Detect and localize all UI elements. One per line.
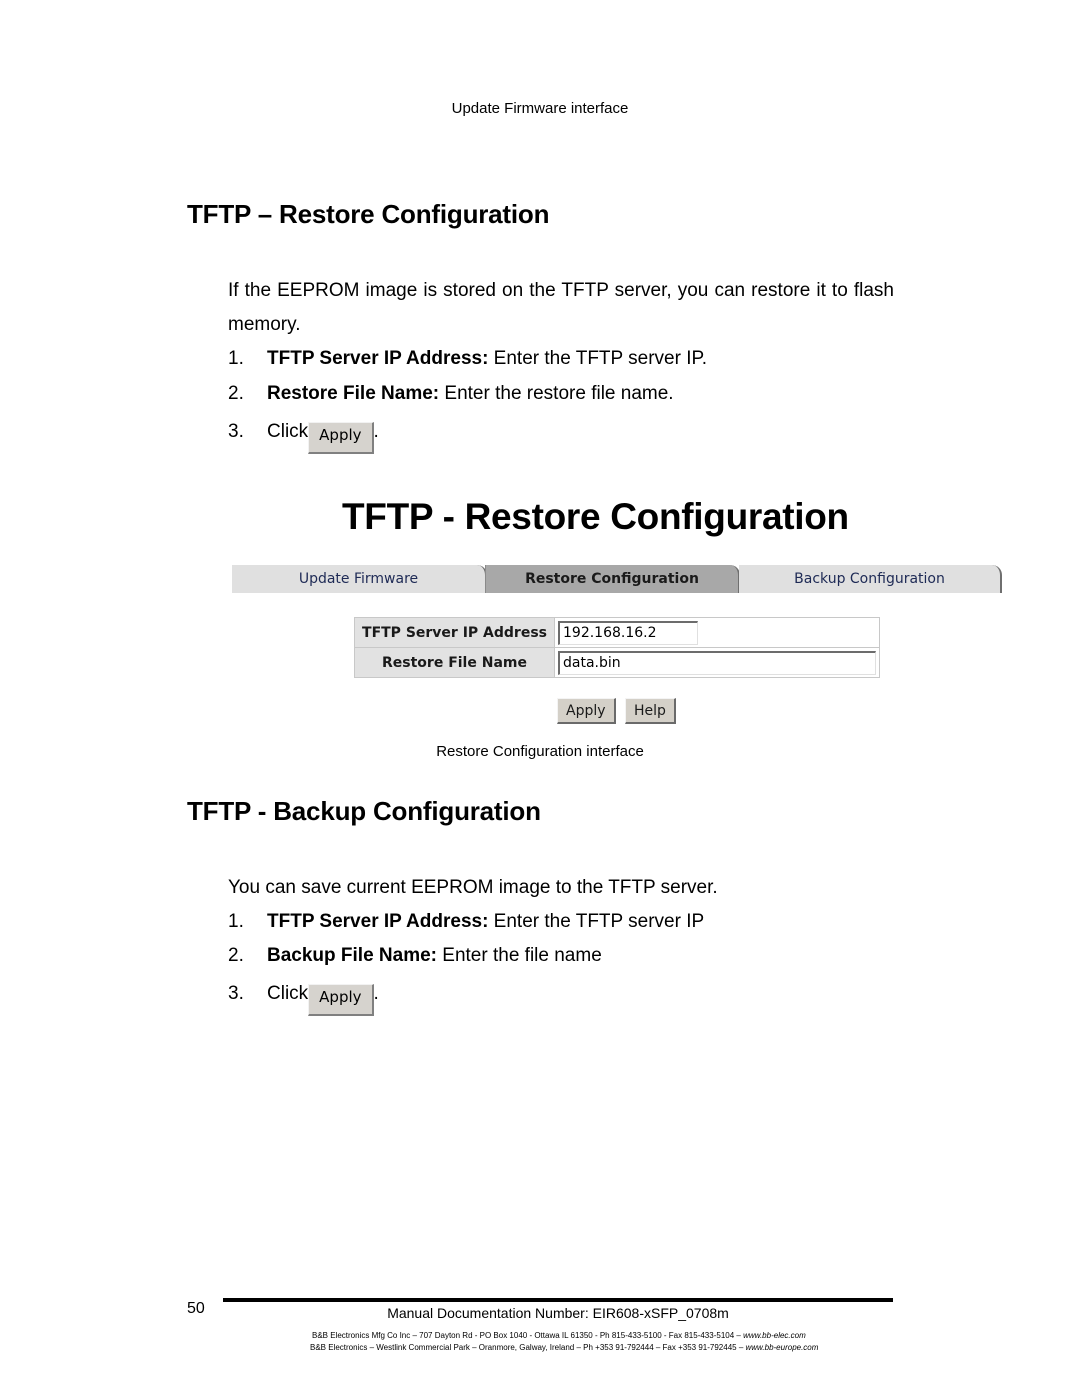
step-tail: . (373, 421, 379, 442)
restore-intro: If the EEPROM image is stored on the TFT… (228, 280, 894, 335)
restore-file-name-label: Restore File Name (354, 647, 555, 678)
screenshot-title: TFTP - Restore Configuration (342, 496, 849, 537)
us-web-link[interactable]: www.bb-elec.com (743, 1331, 806, 1340)
backup-intro: You can save current EEPROM image to the… (228, 877, 718, 898)
restore-file-name-input[interactable] (558, 650, 876, 675)
page-number: 50 (187, 1300, 205, 1317)
step-number: 3. (228, 983, 244, 1004)
restore-step-1: 1. TFTP Server IP Address: Enter the TFTP… (228, 348, 707, 370)
tab-update-firmware[interactable]: Update Firmware (232, 565, 487, 593)
step-number: 1. (228, 911, 244, 932)
tab-backup-configuration[interactable]: Backup Configuration (739, 565, 1002, 593)
footer-eu-address: B&B Electronics – Westlink Commercial Pa… (310, 1343, 818, 1352)
backup-step-3: 3. Click Apply. (228, 983, 379, 1016)
step-term: Restore File Name: (267, 383, 440, 404)
footer-us-address: B&B Electronics Mfg Co Inc – 707 Dayton … (312, 1331, 806, 1340)
help-button[interactable]: Help (625, 698, 676, 724)
backup-step-2: 2. Backup File Name: Enter the file name (228, 945, 602, 967)
step-text: Enter the TFTP server IP. (488, 348, 707, 369)
tab-restore-configuration[interactable]: Restore Configuration (485, 565, 740, 593)
doc-number: Manual Documentation Number: EIR608-xSFP… (387, 1305, 729, 1321)
step-term: Backup File Name: (267, 945, 437, 966)
step-click-text: Click (267, 983, 309, 1004)
step-number: 3. (228, 421, 244, 442)
footer-divider (223, 1298, 893, 1302)
step-term: TFTP Server IP Address: (267, 911, 489, 932)
step-text: Enter the restore file name. (439, 383, 674, 404)
restore-step-2: 2. Restore File Name: Enter the restore f… (228, 383, 674, 405)
step-number: 2. (228, 383, 244, 404)
restore-section-heading: TFTP – Restore Configuration (187, 199, 550, 229)
form-row-filename: Restore File Name (354, 647, 880, 678)
apply-button-illustration: Apply (308, 422, 374, 454)
form-row-ip: TFTP Server IP Address (354, 617, 880, 648)
restore-step-3: 3. Click Apply. (228, 421, 379, 454)
ip-address-input[interactable] (558, 620, 698, 645)
eu-address-text: B&B Electronics – Westlink Commercial Pa… (310, 1343, 746, 1352)
step-tail: . (373, 983, 379, 1004)
apply-button-illustration: Apply (308, 984, 374, 1016)
eu-web-link[interactable]: www.bb-europe.com (746, 1343, 819, 1352)
step-number: 1. (228, 348, 244, 369)
tab-bar: Update Firmware Restore Configuration Ba… (232, 565, 1002, 594)
backup-section-heading: TFTP - Backup Configuration (187, 796, 541, 826)
step-click-text: Click (267, 421, 309, 442)
apply-button[interactable]: Apply (557, 698, 616, 724)
step-term: TFTP Server IP Address: (267, 348, 489, 369)
restore-config-caption: Restore Configuration interface (436, 743, 644, 760)
backup-step-1: 1. TFTP Server IP Address: Enter the TFTP… (228, 911, 704, 933)
step-text: Enter the TFTP server IP (488, 911, 705, 932)
restore-form: TFTP Server IP Address Restore File Name (354, 617, 880, 678)
update-firmware-caption: Update Firmware interface (451, 100, 629, 117)
ip-address-label: TFTP Server IP Address (354, 617, 555, 648)
us-address-text: B&B Electronics Mfg Co Inc – 707 Dayton … (312, 1331, 744, 1340)
step-number: 2. (228, 945, 244, 966)
step-text: Enter the file name (437, 945, 602, 966)
